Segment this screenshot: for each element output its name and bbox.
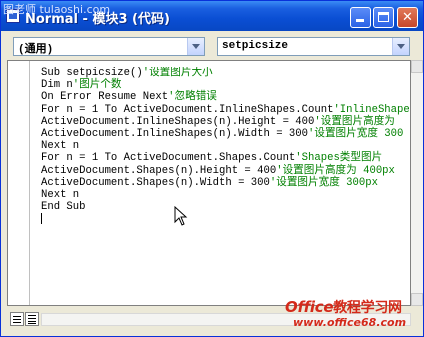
logo-brand: Office教程学习网 bbox=[285, 297, 402, 317]
code-statement: Next n bbox=[41, 140, 80, 153]
minimize-icon bbox=[356, 19, 364, 22]
code-line[interactable]: ActiveDocument.Shapes(n).Width = 300'设置图… bbox=[41, 177, 410, 189]
code-statement: ActiveDocument.Shapes(n).Width = 300 bbox=[41, 176, 270, 189]
code-statement: ActiveDocument.InlineShapes(n).Height = … bbox=[41, 115, 315, 128]
code-statement: On Error Resume Next bbox=[41, 91, 169, 104]
procedure-combo[interactable]: setpicsize bbox=[217, 37, 410, 56]
code-statement: Dim n bbox=[41, 79, 73, 92]
code-comment: '设置图片大小 bbox=[142, 67, 213, 79]
combo-toolbar: (通用) setpicsize bbox=[1, 31, 423, 59]
window-title: Normal - 模块3 (代码) bbox=[25, 12, 170, 27]
close-button[interactable]: ✕ bbox=[397, 7, 418, 28]
code-line[interactable]: Next n bbox=[41, 189, 410, 201]
maximize-icon bbox=[378, 12, 389, 22]
code-statement: Next n bbox=[41, 188, 80, 201]
code-line-current[interactable] bbox=[41, 213, 410, 225]
code-comment: '设置图片高度为 400px bbox=[276, 164, 395, 177]
code-line[interactable]: Sub setpicsize()'设置图片大小 bbox=[41, 67, 410, 79]
vertical-scrollbar[interactable] bbox=[411, 60, 423, 306]
code-statement: ActiveDocument.Shapes(n).Height = 400 bbox=[41, 164, 277, 177]
minimize-button[interactable] bbox=[350, 7, 371, 28]
procedure-view-button[interactable] bbox=[10, 312, 24, 326]
close-icon: ✕ bbox=[402, 10, 413, 25]
code-editor[interactable]: Sub setpicsize()'设置图片大小 Dim n'图片个数 On Er… bbox=[7, 60, 411, 306]
code-text[interactable]: Sub setpicsize()'设置图片大小 Dim n'图片个数 On Er… bbox=[41, 67, 410, 225]
code-line[interactable]: ActiveDocument.InlineShapes(n).Height = … bbox=[41, 116, 410, 128]
scroll-up-arrow-icon[interactable] bbox=[411, 60, 423, 73]
logo-brand-cn: 教程学习网 bbox=[333, 300, 402, 316]
site-logo: Office教程学习网 www.office68.com bbox=[285, 297, 424, 337]
text-caret bbox=[41, 213, 42, 225]
logo-brand-latin: Office bbox=[285, 298, 334, 316]
code-comment: '设置图片宽度 300px bbox=[269, 176, 378, 189]
chevron-down-icon[interactable] bbox=[392, 38, 409, 55]
title-bar[interactable]: 图老师 tulaoshi.com Normal - 模块3 (代码) ✕ bbox=[1, 1, 423, 31]
object-combo-value: (通用) bbox=[18, 44, 54, 56]
logo-url: www.office68.com bbox=[293, 316, 407, 329]
code-comment: '忽略错误 bbox=[168, 91, 217, 104]
code-comment: '设置图片高度为 bbox=[314, 115, 395, 128]
code-line[interactable]: On Error Resume Next'忽略错误 bbox=[41, 91, 410, 103]
code-line[interactable]: For n = 1 To ActiveDocument.InlineShapes… bbox=[41, 104, 410, 116]
code-statement: For n = 1 To ActiveDocument.InlineShapes… bbox=[41, 103, 334, 116]
code-statement: Sub setpicsize() bbox=[41, 67, 143, 79]
code-statement: End Sub bbox=[41, 201, 86, 214]
chevron-down-icon[interactable] bbox=[187, 38, 204, 55]
code-line[interactable]: ActiveDocument.InlineShapes(n).Width = 3… bbox=[41, 128, 410, 140]
maximize-button[interactable] bbox=[373, 7, 394, 28]
code-line[interactable]: ActiveDocument.Shapes(n).Height = 400'设置… bbox=[41, 165, 410, 177]
code-line[interactable]: Dim n'图片个数 bbox=[41, 79, 410, 91]
code-line[interactable]: Next n bbox=[41, 140, 410, 152]
code-comment: 'Shapes类型图片 bbox=[295, 152, 383, 165]
code-comment: 'InlineShapes bbox=[333, 103, 410, 116]
code-line[interactable]: For n = 1 To ActiveDocument.Shapes.Count… bbox=[41, 152, 410, 164]
code-comment: '设置图片宽度 300 bbox=[308, 127, 404, 140]
mouse-cursor-icon bbox=[174, 206, 188, 226]
margin-indicator-bar[interactable] bbox=[8, 61, 30, 305]
code-line[interactable]: End Sub bbox=[41, 201, 410, 213]
full-module-view-button[interactable] bbox=[25, 312, 39, 326]
code-statement: ActiveDocument.InlineShapes(n).Width = 3… bbox=[41, 127, 309, 140]
procedure-combo-value: setpicsize bbox=[222, 40, 289, 52]
code-statement: For n = 1 To ActiveDocument.Shapes.Count bbox=[41, 152, 296, 165]
vba-code-window: 图老师 tulaoshi.com Normal - 模块3 (代码) ✕ (通用… bbox=[0, 0, 424, 337]
code-comment: '图片个数 bbox=[72, 79, 122, 92]
object-combo[interactable]: (通用) bbox=[13, 37, 205, 56]
